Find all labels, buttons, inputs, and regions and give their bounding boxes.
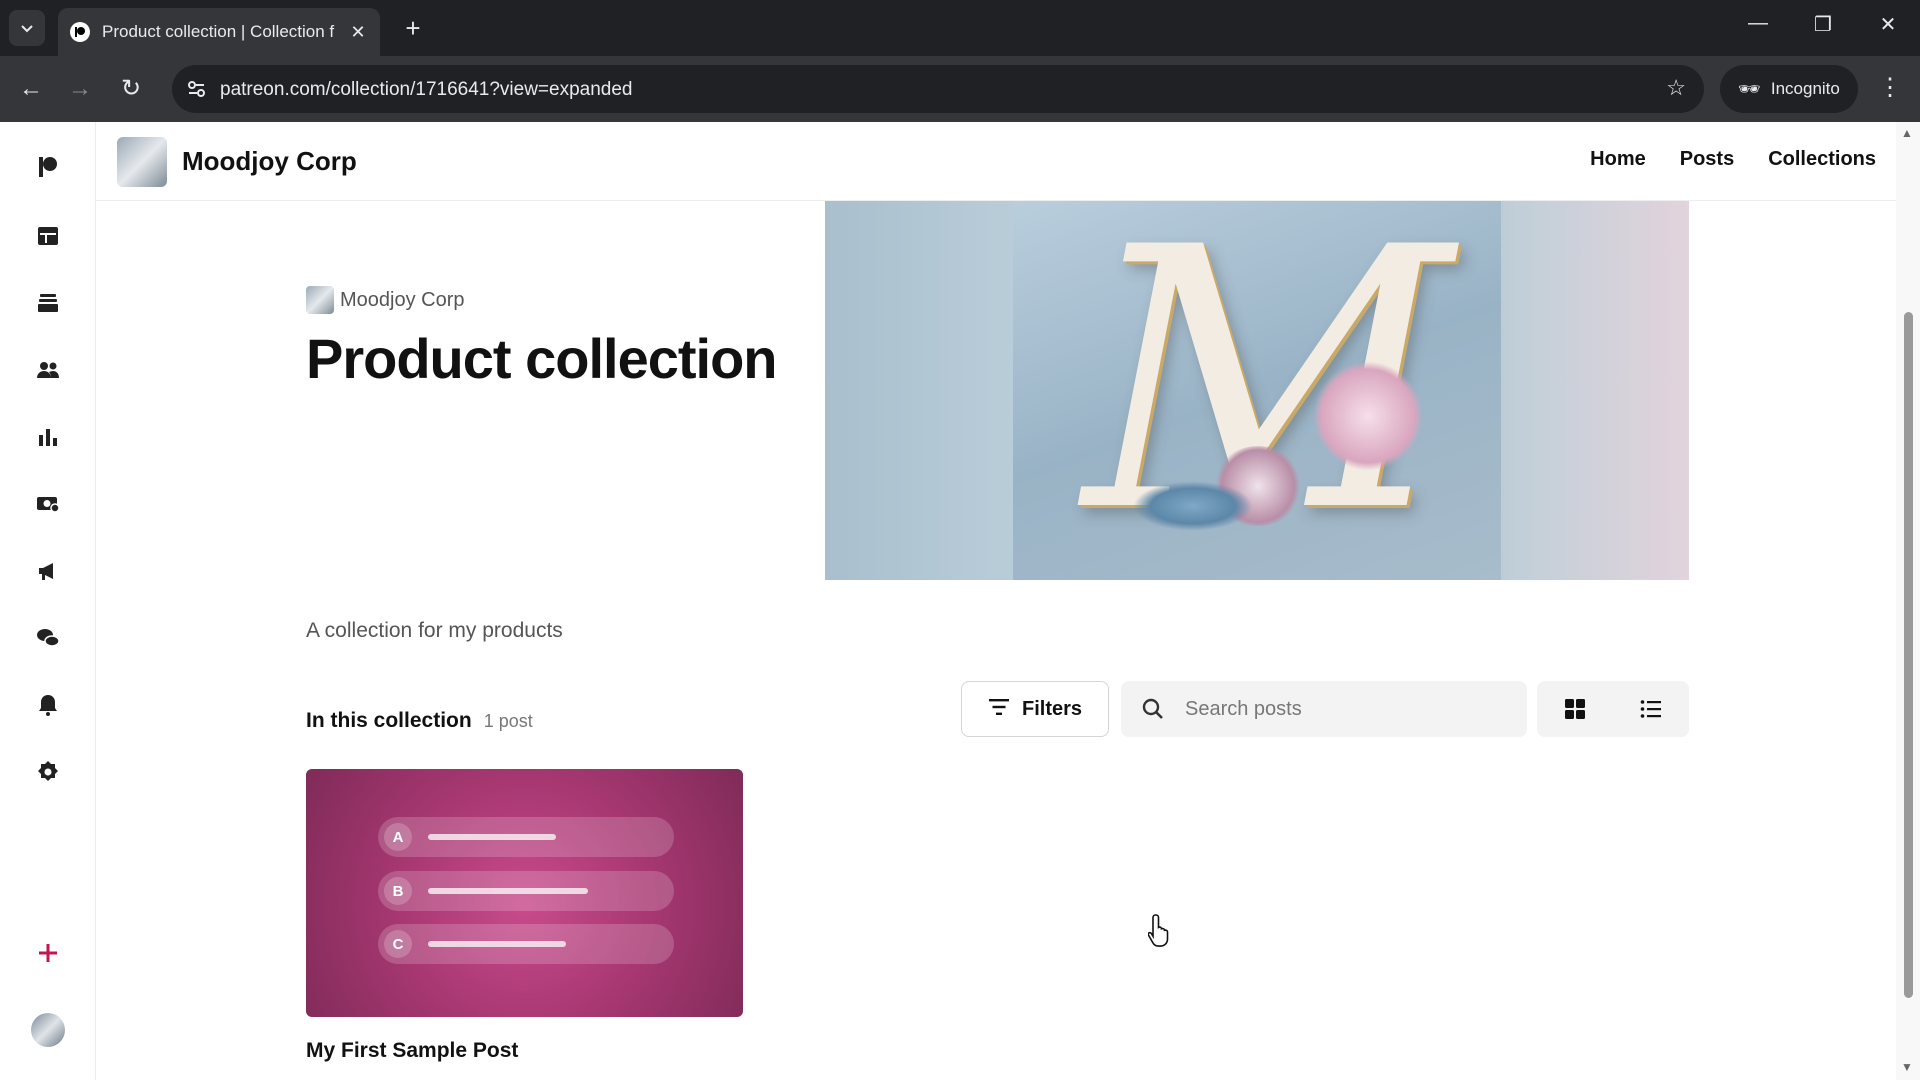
avatar[interactable] — [31, 1013, 65, 1047]
poll-option-bar — [428, 941, 566, 947]
promotions-icon[interactable] — [33, 556, 63, 586]
poll-option-letter: B — [384, 877, 412, 905]
collection-section-header: In this collection 1 post — [306, 709, 533, 733]
cover-leaves — [1133, 481, 1253, 531]
restore-icon[interactable]: ❐ — [1803, 12, 1843, 37]
browser-toolbar: ← → ↻ patreon.com/collection/1716641?vie… — [0, 56, 1920, 122]
browser-tab[interactable]: Product collection | Collection f ✕ — [58, 8, 380, 56]
nav-home-link[interactable]: Home — [1590, 148, 1646, 171]
incognito-icon: 🕶 — [1738, 78, 1761, 99]
chevron-down-icon — [21, 25, 33, 33]
payouts-icon[interactable] — [33, 489, 63, 519]
dashboard-icon[interactable] — [33, 221, 63, 251]
search-input[interactable] — [1185, 697, 1505, 721]
post-title[interactable]: My First Sample Post — [306, 1039, 743, 1063]
list-view-button[interactable] — [1613, 681, 1689, 737]
scroll-down-icon[interactable]: ▼ — [1901, 1060, 1913, 1074]
settings-icon[interactable] — [33, 757, 63, 787]
back-icon[interactable]: ← — [16, 74, 46, 104]
post-thumbnail[interactable]: A B C — [306, 769, 743, 1017]
hand-cursor-icon — [1148, 914, 1169, 947]
site-info-icon[interactable] — [182, 74, 212, 104]
poll-option-bar — [428, 888, 588, 894]
tab-search-button[interactable] — [9, 10, 45, 46]
poll-option-letter: C — [384, 930, 412, 958]
view-toggle — [1537, 681, 1689, 737]
cover-flower — [1313, 361, 1423, 471]
insights-icon[interactable] — [33, 422, 63, 452]
incognito-indicator[interactable]: 🕶 Incognito — [1720, 65, 1858, 113]
scroll-thumb[interactable] — [1904, 312, 1913, 998]
reload-icon[interactable]: ↻ — [116, 74, 146, 104]
minimize-icon[interactable]: — — [1738, 12, 1778, 35]
collection-cover-image: M — [825, 201, 1689, 580]
plus-icon[interactable] — [33, 938, 63, 968]
browser-tab-bar: Product collection | Collection f ✕ + — … — [0, 0, 1920, 56]
audience-icon[interactable] — [33, 355, 63, 385]
post-count: 1 post — [483, 711, 533, 731]
patreon-logo-icon[interactable] — [33, 152, 63, 182]
collection-byline[interactable]: Moodjoy Corp — [306, 286, 465, 314]
poll-option-bar — [428, 834, 556, 840]
creator-avatar[interactable] — [117, 137, 167, 187]
poll-option: B — [378, 871, 674, 911]
nav-collections-link[interactable]: Collections — [1768, 148, 1876, 171]
creator-nav: Home Posts Collections — [1590, 148, 1876, 171]
collection-content: Moodjoy Corp Product collection M A coll… — [96, 201, 1896, 1080]
creator-sidebar — [0, 122, 96, 1080]
forward-icon[interactable]: → — [65, 74, 95, 104]
scroll-up-icon[interactable]: ▲ — [1901, 126, 1913, 140]
chats-icon[interactable] — [33, 623, 63, 653]
poll-option: A — [378, 817, 674, 857]
creator-name[interactable]: Moodjoy Corp — [182, 146, 357, 177]
filters-button[interactable]: Filters — [961, 681, 1109, 737]
notifications-icon[interactable] — [33, 690, 63, 720]
library-icon[interactable] — [33, 288, 63, 318]
search-icon — [1141, 697, 1165, 721]
byline-name: Moodjoy Corp — [340, 288, 465, 311]
filters-label: Filters — [1021, 697, 1083, 720]
nav-posts-link[interactable]: Posts — [1680, 148, 1734, 171]
cover-artwork: M — [1013, 201, 1501, 580]
grid-icon — [1565, 699, 1585, 719]
browser-menu-icon[interactable]: ⋮ — [1878, 73, 1902, 102]
poll-option-letter: A — [384, 823, 412, 851]
collection-description: A collection for my products — [306, 619, 563, 642]
url-text: patreon.com/collection/1716641?view=expa… — [220, 79, 633, 100]
page-title: Product collection — [306, 327, 777, 390]
poll-option: C — [378, 924, 674, 964]
creator-header: Moodjoy Corp Home Posts Collections — [96, 122, 1896, 201]
bookmark-star-icon[interactable]: ☆ — [1666, 75, 1686, 101]
close-window-icon[interactable]: ✕ — [1868, 12, 1908, 37]
byline-avatar — [306, 286, 334, 314]
search-box[interactable] — [1121, 681, 1527, 737]
patreon-favicon-icon — [70, 22, 90, 42]
filter-icon — [988, 696, 1010, 723]
address-bar[interactable]: patreon.com/collection/1716641?view=expa… — [172, 65, 1704, 113]
post-card[interactable]: A B C My First Sample Post — [306, 769, 743, 1063]
tab-title: Product collection | Collection f — [102, 22, 335, 41]
list-icon — [1640, 700, 1661, 718]
page: Moodjoy Corp Home Posts Collections Mood… — [0, 122, 1920, 1080]
grid-view-button[interactable] — [1537, 681, 1613, 737]
page-scrollbar[interactable]: ▲ ▼ — [1896, 122, 1920, 1080]
incognito-label: Incognito — [1770, 79, 1840, 98]
new-tab-button[interactable]: + — [398, 14, 428, 44]
close-tab-icon[interactable]: ✕ — [348, 22, 368, 43]
section-title: In this collection — [306, 709, 472, 732]
